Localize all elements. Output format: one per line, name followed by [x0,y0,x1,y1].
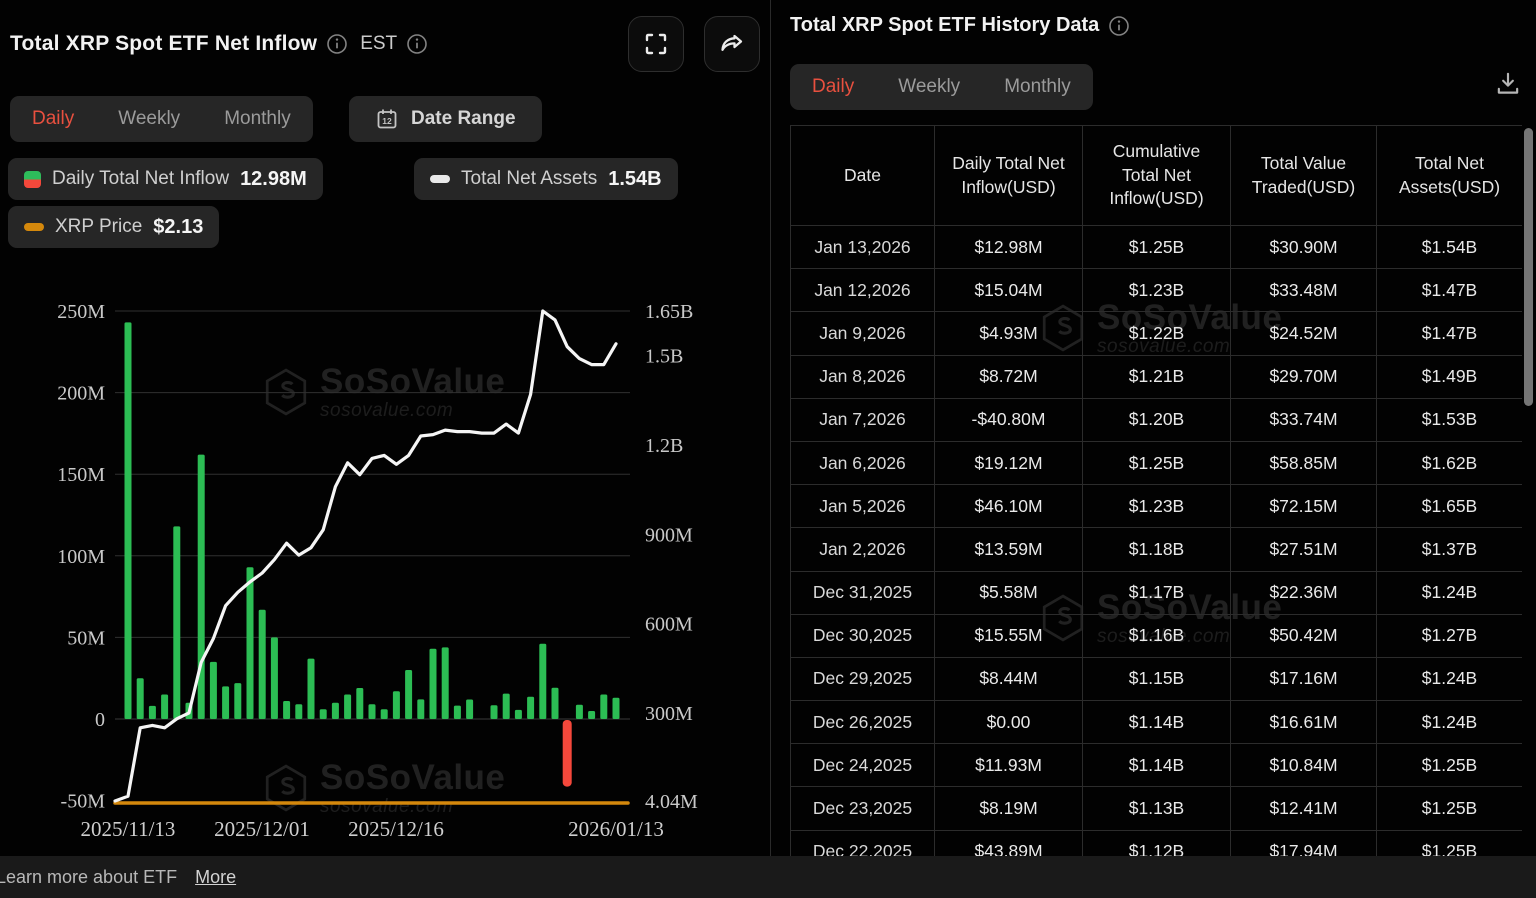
svg-text:2025/12/01: 2025/12/01 [214,817,310,841]
chart-header: Total XRP Spot ETF Net Inflow EST [10,16,760,72]
svg-text:2025/12/16: 2025/12/16 [348,817,444,841]
fullscreen-button[interactable] [628,16,684,72]
legend-xrp-price[interactable]: XRP Price $2.13 [8,206,219,248]
info-icon[interactable] [326,33,348,55]
assets-legend-icon [430,175,450,183]
svg-text:150M: 150M [57,464,105,486]
table-row: Jan 8,2026$8.72M$1.21B$29.70M$1.49B [791,355,1523,398]
date-range-label: Date Range [411,108,516,130]
table-row: Dec 26,2025$0.00$1.14B$16.61M$1.24B [791,701,1523,744]
legend-value: $2.13 [153,216,203,239]
legend-value: 1.54B [608,168,661,191]
legend-value: 12.98M [240,168,307,191]
legend-label: Total Net Assets [461,168,597,190]
inflow-legend-icon [24,171,41,188]
table-row: Dec 30,2025$15.55M$1.16B$50.42M$1.27B [791,614,1523,657]
svg-text:-50M: -50M [61,791,106,813]
footer-more-link[interactable]: More [195,867,236,888]
col-date: Date [791,126,935,226]
history-table: Date Daily Total Net Inflow(USD) Cumulat… [790,125,1522,856]
table-row: Jan 12,2026$15.04M$1.23B$33.48M$1.47B [791,269,1523,312]
download-icon[interactable] [1494,70,1522,103]
legend-total-net-assets[interactable]: Total Net Assets 1.54B [414,158,678,200]
table-row: Dec 31,2025$5.58M$1.17B$22.36M$1.24B [791,571,1523,614]
svg-text:1.2B: 1.2B [645,435,683,457]
legend-daily-net-inflow[interactable]: Daily Total Net Inflow 12.98M [8,158,323,200]
tab-monthly[interactable]: Monthly [224,108,291,130]
history-table-panel: Total XRP Spot ETF History Data Daily We… [771,0,1536,856]
col-cumulative-inflow: Cumulative Total Net Inflow(USD) [1083,126,1231,226]
svg-text:2025/11/13: 2025/11/13 [81,817,176,841]
inflow-chart[interactable]: 250M 200M 150M 100M 50M 0 -50M 1.65B 1.5B 1.2B 900… [0,288,770,856]
scrollbar-thumb[interactable] [1524,128,1533,406]
svg-text:50M: 50M [67,627,105,649]
tab-daily[interactable]: Daily [812,76,854,98]
table-row: Dec 24,2025$11.93M$1.14B$10.84M$1.25B [791,744,1523,787]
share-icon[interactable] [704,16,760,72]
table-row: Jan 7,2026-$40.80M$1.20B$33.74M$1.53B [791,398,1523,441]
svg-text:200M: 200M [57,383,105,405]
table-header-row: Date Daily Total Net Inflow(USD) Cumulat… [791,126,1523,226]
table-row: Dec 29,2025$8.44M$1.15B$17.16M$1.24B [791,657,1523,700]
svg-text:4.04M: 4.04M [645,791,698,813]
table-header: Total XRP Spot ETF History Data [790,14,1130,37]
info-icon[interactable] [406,33,428,55]
info-icon[interactable] [1108,15,1130,37]
table-row: Jan 9,2026$4.93M$1.22B$24.52M$1.47B [791,312,1523,355]
svg-text:300M: 300M [645,703,693,725]
tab-daily[interactable]: Daily [32,108,74,130]
table-scrollbar [1524,125,1533,856]
svg-text:12: 12 [382,116,392,126]
chart-period-tabs: Daily Weekly Monthly [10,96,313,142]
tab-weekly[interactable]: Weekly [118,108,180,130]
chart-title: Total XRP Spot ETF Net Inflow [10,32,317,56]
table-row: Jan 13,2026$12.98M$1.25B$30.90M$1.54B [791,226,1523,269]
col-value-traded: Total Value Traded(USD) [1231,126,1377,226]
footer-bar: Learn more about ETF More [0,856,1536,898]
svg-text:2026/01/13: 2026/01/13 [568,817,664,841]
table-period-tabs: Daily Weekly Monthly [790,64,1093,110]
svg-text:900M: 900M [645,524,693,546]
timezone-label: EST [360,33,397,55]
table-row: Jan 6,2026$19.12M$1.25B$58.85M$1.62B [791,441,1523,484]
svg-text:1.5B: 1.5B [645,346,683,368]
svg-text:100M: 100M [57,546,105,568]
table-row: Dec 23,2025$8.19M$1.13B$12.41M$1.25B [791,787,1523,830]
svg-text:0: 0 [95,709,105,731]
col-net-assets: Total Net Assets(USD) [1377,126,1523,226]
table-row: Jan 5,2026$46.10M$1.23B$72.15M$1.65B [791,485,1523,528]
etf-dashboard: { "left_panel": { "title": "Total XRP Sp… [0,0,1536,898]
tab-weekly[interactable]: Weekly [898,76,960,98]
chart-panel: Total XRP Spot ETF Net Inflow EST Daily … [0,0,770,856]
table-title: Total XRP Spot ETF History Data [790,14,1099,37]
calendar-icon: 12 [375,107,399,131]
table-row: Jan 2,2026$13.59M$1.18B$27.51M$1.37B [791,528,1523,571]
footer-text: Learn more about ETF [0,867,177,888]
history-table-body: Jan 13,2026$12.98M$1.25B$30.90M$1.54BJan… [791,226,1523,857]
date-range-button[interactable]: 12 Date Range [349,96,542,142]
table-row: Dec 22,2025$43.89M$1.12B$17.94M$1.25B [791,830,1523,856]
svg-text:1.65B: 1.65B [645,301,693,323]
svg-text:250M: 250M [57,301,105,323]
col-daily-inflow: Daily Total Net Inflow(USD) [935,126,1083,226]
tab-monthly[interactable]: Monthly [1004,76,1071,98]
legend-label: XRP Price [55,216,142,238]
price-legend-icon [24,223,44,231]
svg-text:600M: 600M [645,614,693,636]
legend-label: Daily Total Net Inflow [52,168,229,190]
